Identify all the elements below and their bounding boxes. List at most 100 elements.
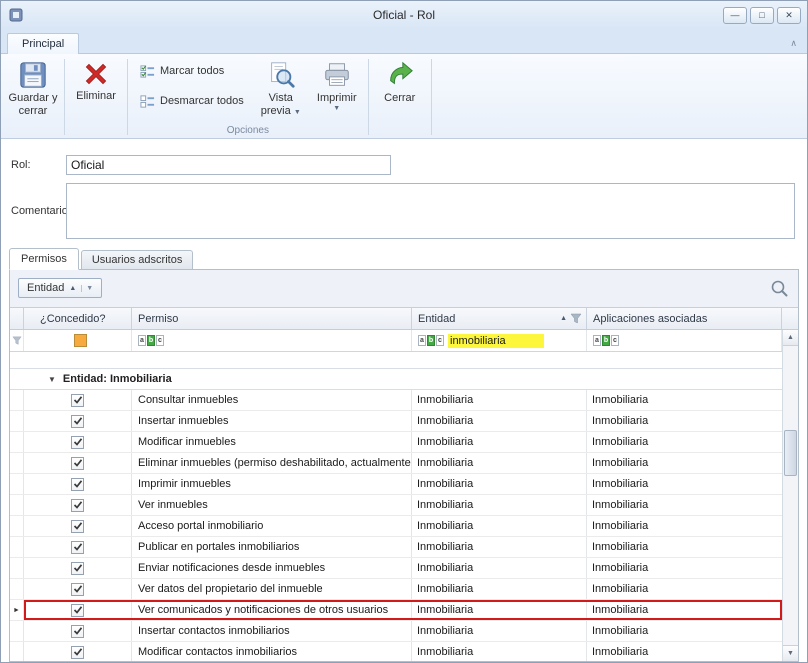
group-expand-icon[interactable]: ▼	[48, 375, 56, 384]
filter-concedido-cell[interactable]	[24, 330, 132, 351]
row-indicator-cell	[10, 642, 24, 662]
scrollbar-thumb[interactable]	[784, 430, 797, 476]
unmark-all-button[interactable]: Desmarcar todos	[133, 90, 251, 112]
granted-cell	[24, 411, 132, 431]
entity-cell: Inmobiliaria	[412, 642, 587, 662]
table-row[interactable]: Modificar inmuebles Inmobiliaria Inmobil…	[10, 432, 782, 453]
permission-cell: Publicar en portales inmobiliarios	[132, 537, 412, 557]
granted-cell	[24, 474, 132, 494]
print-dropdown-icon: ▼	[333, 105, 340, 112]
row-indicator-cell	[10, 411, 24, 431]
tab-permisos[interactable]: Permisos	[9, 248, 79, 270]
delete-button[interactable]: Eliminar	[68, 56, 124, 122]
granted-checkbox[interactable]	[71, 394, 84, 407]
print-button[interactable]: Imprimir ▼	[309, 56, 365, 122]
maximize-button[interactable]: □	[750, 7, 774, 24]
filter-aplicaciones-cell[interactable]: abc	[587, 330, 782, 351]
granted-checkbox[interactable]	[71, 541, 84, 554]
granted-checkbox[interactable]	[71, 562, 84, 575]
comments-input[interactable]	[66, 183, 795, 239]
table-row[interactable]: Consultar inmuebles Inmobiliaria Inmobil…	[10, 390, 782, 411]
table-row[interactable]: Imprimir inmuebles Inmobiliaria Inmobili…	[10, 474, 782, 495]
role-label: Rol:	[11, 159, 66, 171]
filter-checkbox[interactable]	[74, 334, 87, 347]
filter-funnel-icon[interactable]	[570, 313, 582, 325]
granted-checkbox[interactable]	[71, 604, 84, 617]
close-form-button[interactable]: Cerrar	[372, 56, 428, 122]
granted-checkbox[interactable]	[71, 436, 84, 449]
table-row[interactable]: Insertar contactos inmobiliarios Inmobil…	[10, 621, 782, 642]
granted-cell	[24, 558, 132, 578]
granted-checkbox[interactable]	[71, 415, 84, 428]
granted-checkbox[interactable]	[71, 646, 84, 659]
save-close-button[interactable]: Guardar y cerrar	[5, 56, 61, 122]
table-row[interactable]: Ver datos del propietario del inmueble I…	[10, 579, 782, 600]
granted-cell	[24, 432, 132, 452]
grid-header: ¿Concedido? Permiso Entidad ▲ Aplicacion…	[10, 308, 798, 330]
mark-all-button[interactable]: Marcar todos	[133, 60, 251, 82]
grid-body: Consultar inmuebles Inmobiliaria Inmobil…	[10, 390, 782, 662]
grid-scrollbar[interactable]: ▲ ▼	[782, 330, 798, 661]
table-row[interactable]: Acceso portal inmobiliario Inmobiliaria …	[10, 516, 782, 537]
permission-cell: Imprimir inmuebles	[132, 474, 412, 494]
tab-usuarios-adscritos[interactable]: Usuarios adscritos	[81, 250, 193, 269]
ribbon-tab-principal[interactable]: Principal	[7, 33, 79, 54]
delete-icon	[82, 60, 110, 88]
table-row[interactable]: Eliminar inmuebles (permiso deshabilitad…	[10, 453, 782, 474]
row-indicator-cell	[10, 579, 24, 599]
collapse-ribbon-icon[interactable]: ∧	[790, 38, 797, 49]
ribbon: Guardar y cerrar Eliminar Marcar	[1, 53, 807, 139]
entity-cell: Inmobiliaria	[412, 621, 587, 641]
filter-entidad-cell[interactable]: abc inmobiliaria	[412, 330, 587, 351]
apps-cell: Inmobiliaria	[587, 411, 782, 431]
granted-checkbox[interactable]	[71, 478, 84, 491]
filter-entidad-value[interactable]: inmobiliaria	[448, 334, 544, 348]
granted-checkbox[interactable]	[71, 499, 84, 512]
abc-filter-icon: abc	[138, 335, 164, 346]
preview-label: Vista previa	[261, 92, 293, 117]
unmark-all-label: Desmarcar todos	[160, 95, 244, 107]
granted-checkbox[interactable]	[71, 520, 84, 533]
dialog-window: Oficial - Rol — □ ✕ Principal ∧ Guardar …	[0, 0, 808, 663]
window-title: Oficial - Rol	[1, 8, 807, 22]
chevron-down-icon: ▼	[81, 285, 93, 292]
minimize-button[interactable]: —	[723, 7, 747, 24]
table-row[interactable]: Enviar notificaciones desde inmuebles In…	[10, 558, 782, 579]
preview-button[interactable]: Vista previa ▼	[253, 56, 309, 122]
permission-cell: Insertar contactos inmobiliarios	[132, 621, 412, 641]
mark-all-label: Marcar todos	[160, 65, 224, 77]
entity-cell: Inmobiliaria	[412, 495, 587, 515]
column-header-permiso[interactable]: Permiso	[132, 308, 412, 329]
granted-checkbox[interactable]	[71, 625, 84, 638]
table-row[interactable]: Publicar en portales inmobiliarios Inmob…	[10, 537, 782, 558]
granted-cell	[24, 600, 132, 620]
column-header-concedido[interactable]: ¿Concedido?	[24, 308, 132, 329]
permission-cell: Ver datos del propietario del inmueble	[132, 579, 412, 599]
granted-cell	[24, 642, 132, 662]
table-row[interactable]: Insertar inmuebles Inmobiliaria Inmobili…	[10, 411, 782, 432]
column-header-aplicaciones[interactable]: Aplicaciones asociadas	[587, 308, 782, 329]
granted-checkbox[interactable]	[71, 457, 84, 470]
close-button[interactable]: ✕	[777, 7, 801, 24]
apps-cell: Inmobiliaria	[587, 474, 782, 494]
scroll-up-icon[interactable]: ▲	[783, 330, 798, 346]
table-row[interactable]: Modificar contactos inmobiliarios Inmobi…	[10, 642, 782, 662]
row-indicator-cell	[10, 495, 24, 515]
table-row[interactable]: ► Ver comunicados y notificaciones de ot…	[10, 600, 782, 621]
entity-cell: Inmobiliaria	[412, 432, 587, 452]
search-icon[interactable]	[770, 279, 788, 297]
filter-permiso-cell[interactable]: abc	[132, 330, 412, 351]
group-row-inmobiliaria[interactable]: ▼ Entidad: Inmobiliaria	[10, 368, 782, 390]
role-input[interactable]	[66, 155, 391, 175]
scroll-down-icon[interactable]: ▼	[783, 645, 798, 661]
permission-cell: Acceso portal inmobiliario	[132, 516, 412, 536]
granted-checkbox[interactable]	[71, 583, 84, 596]
table-row[interactable]: Ver inmuebles Inmobiliaria Inmobiliaria	[10, 495, 782, 516]
preview-dropdown-icon: ▼	[294, 109, 301, 116]
group-row-label: Entidad: Inmobiliaria	[63, 373, 172, 385]
column-header-entidad[interactable]: Entidad ▲	[412, 308, 587, 329]
granted-cell	[24, 621, 132, 641]
page-tabstrip: Permisos Usuarios adscritos	[9, 247, 807, 269]
permission-cell: Consultar inmuebles	[132, 390, 412, 410]
group-by-entidad-chip[interactable]: Entidad ▲ ▼	[18, 278, 102, 298]
